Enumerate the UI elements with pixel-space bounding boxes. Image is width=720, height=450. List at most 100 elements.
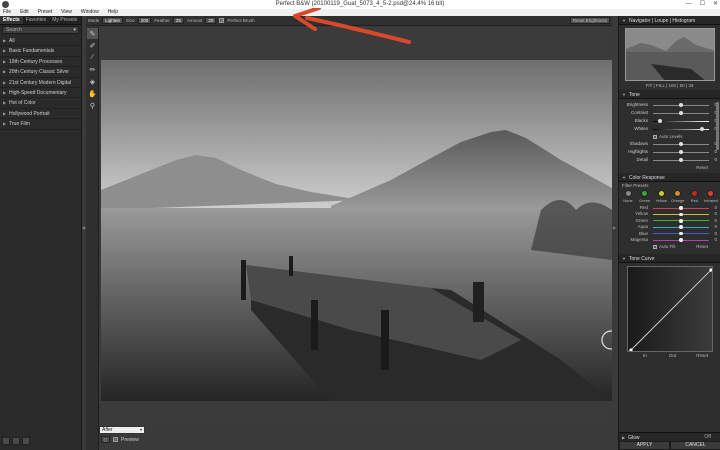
view-thumb-button[interactable] xyxy=(22,437,30,445)
view-mode-select[interactable]: After ▾ xyxy=(99,426,145,434)
erase-tool-icon[interactable]: ✐ xyxy=(87,40,98,51)
slider-knob[interactable] xyxy=(679,206,683,210)
zoom-levels[interactable]: FIT | FILL | 100 | 50 | 33 xyxy=(619,81,720,90)
panel-scrollbar[interactable] xyxy=(716,102,719,150)
effect-category[interactable]: ▶ High-Speed Documentary xyxy=(0,88,81,99)
tone-header[interactable]: ▼ Tone xyxy=(619,90,720,99)
effect-category[interactable]: ▶ Hot of Color xyxy=(0,98,81,109)
status-bar: After ▾ ▯ ✓ Preview xyxy=(99,424,612,450)
before-after-button[interactable]: ▯ xyxy=(101,436,110,443)
menu-window[interactable]: Window xyxy=(81,9,99,16)
auto-levels-label: Auto Levels xyxy=(659,134,683,139)
menu-edit[interactable]: Edit xyxy=(20,9,29,16)
feather-label: Feather xyxy=(154,18,170,23)
effect-category[interactable]: ▶ Hollywood Portrait xyxy=(0,109,81,120)
curve-reset-button[interactable]: Reset xyxy=(696,352,708,360)
slider-label: Highlights xyxy=(628,149,648,154)
filter-orange[interactable]: Orange xyxy=(671,190,685,203)
auto-levels-checkbox[interactable] xyxy=(653,134,657,139)
color-response-footer: Auto Filt Reset xyxy=(619,243,720,250)
effect-category[interactable]: ▶ Basic Fundamentals xyxy=(0,46,81,57)
feather-input[interactable]: 25 xyxy=(172,17,184,24)
maximize-button[interactable]: ☐ xyxy=(700,0,705,9)
tone-reset-button[interactable]: Reset xyxy=(696,165,708,170)
effect-category[interactable]: ▶ 21st Century Modern Digital xyxy=(0,78,81,88)
reset-brightness-button[interactable]: Reset Brightness xyxy=(569,17,610,24)
close-button[interactable]: ✕ xyxy=(713,0,718,9)
masking-brush-icon[interactable]: ⁄ xyxy=(87,52,98,63)
slider-knob[interactable] xyxy=(679,218,683,223)
zoom-tool-icon[interactable]: ⚲ xyxy=(87,100,98,111)
effect-category[interactable]: ▶ 19th Century Processes xyxy=(0,57,81,68)
search-placeholder: Search xyxy=(6,27,22,33)
menu-preset[interactable]: Preset xyxy=(38,9,52,16)
perfect-brush-checkbox[interactable]: ✓ xyxy=(219,18,225,23)
search-input[interactable]: Search ▾ xyxy=(2,26,79,34)
slider-knob[interactable] xyxy=(657,119,662,123)
filter-infrared[interactable]: Infrared xyxy=(704,190,718,203)
tone-curve-header[interactable]: ▼ Tone Curve xyxy=(619,254,720,264)
filter-none[interactable]: None xyxy=(621,190,635,203)
filter-label: None xyxy=(623,198,633,203)
color-reset-button[interactable]: Reset xyxy=(696,243,708,250)
apply-button[interactable]: APPLY xyxy=(619,441,670,450)
slider-knob[interactable] xyxy=(679,212,683,217)
glow-header[interactable]: ▶ Glow Off xyxy=(619,432,720,441)
slider-knob[interactable] xyxy=(679,238,683,242)
filter-yellow[interactable]: Yellow xyxy=(654,190,668,203)
auto-filter-checkbox[interactable] xyxy=(653,245,657,250)
effect-category[interactable]: ▶ True Film xyxy=(0,119,81,130)
shadows-slider[interactable]: Shadows0 xyxy=(619,140,720,148)
tone-reset-row: Reset xyxy=(619,164,720,171)
slider-knob[interactable] xyxy=(679,231,683,236)
navigator-tabs[interactable]: Navigator | Loupe | Histogram xyxy=(629,18,695,24)
tab-my-presets[interactable]: My Presets xyxy=(49,16,80,24)
view-grid-button[interactable] xyxy=(12,437,20,445)
amount-label: Amount xyxy=(186,18,203,23)
brightness-slider[interactable]: Brightness0 xyxy=(619,101,720,109)
navigator-header[interactable]: ▼ Navigator | Loupe | Histogram xyxy=(619,16,720,25)
filter-red[interactable]: Red xyxy=(687,190,701,203)
pen-tool-icon[interactable]: ✏ xyxy=(87,64,98,75)
slider-knob[interactable] xyxy=(679,158,683,162)
menu-file[interactable]: File xyxy=(3,9,11,16)
whites-slider[interactable]: Whites0 xyxy=(619,125,720,133)
tone-curve-editor[interactable] xyxy=(626,266,713,353)
slider-knob[interactable] xyxy=(679,103,683,107)
slider-knob[interactable] xyxy=(679,111,683,115)
effect-category[interactable]: ▶ 20th Century Classic Silver xyxy=(0,67,81,78)
effect-category[interactable]: ▶ All xyxy=(0,36,81,47)
mode-select[interactable]: Lighten xyxy=(102,17,124,24)
detail-slider[interactable]: Detail 0 xyxy=(619,156,720,164)
photo-preview[interactable] xyxy=(101,60,612,401)
brush-tool-icon[interactable]: ✎ xyxy=(87,28,98,39)
filter-label: Infrared xyxy=(704,198,718,203)
size-input[interactable]: 200 xyxy=(137,17,152,24)
slider-knob[interactable] xyxy=(679,225,683,229)
menu-help[interactable]: Help xyxy=(108,9,118,16)
collapse-triangle-icon: ▼ xyxy=(622,256,626,262)
cancel-button[interactable]: CANCEL xyxy=(670,441,720,450)
slider-label: Shadows xyxy=(629,141,648,146)
filter-green[interactable]: Green xyxy=(638,190,652,203)
preview-checkbox[interactable]: ✓ xyxy=(113,437,118,442)
minimize-button[interactable]: — xyxy=(686,0,692,9)
hand-tool-icon[interactable]: ✋ xyxy=(87,88,98,99)
highlights-slider[interactable]: Highlights 0 xyxy=(619,148,720,156)
bucket-tool-icon[interactable]: ◈ xyxy=(87,76,98,87)
blacks-slider[interactable]: Blacks0 xyxy=(619,117,720,125)
tab-effects[interactable]: Effects xyxy=(0,16,23,24)
menu-view[interactable]: View xyxy=(61,9,72,16)
tab-favorites[interactable]: Favorites xyxy=(23,16,50,24)
slider-knob[interactable] xyxy=(679,150,683,154)
contrast-slider[interactable]: Contrast0 xyxy=(619,109,720,117)
navigator-thumbnail[interactable] xyxy=(624,28,715,81)
view-list-button[interactable] xyxy=(2,437,10,445)
slider-knob[interactable] xyxy=(700,127,705,131)
expand-triangle-icon: ▶ xyxy=(622,435,626,440)
search-dropdown-icon[interactable]: ▾ xyxy=(73,27,76,33)
color-response-header[interactable]: ▼ Color Response xyxy=(619,173,720,182)
slider-label: Detail xyxy=(636,157,648,162)
amount-input[interactable]: 20 xyxy=(205,17,217,24)
slider-knob[interactable] xyxy=(679,142,683,146)
